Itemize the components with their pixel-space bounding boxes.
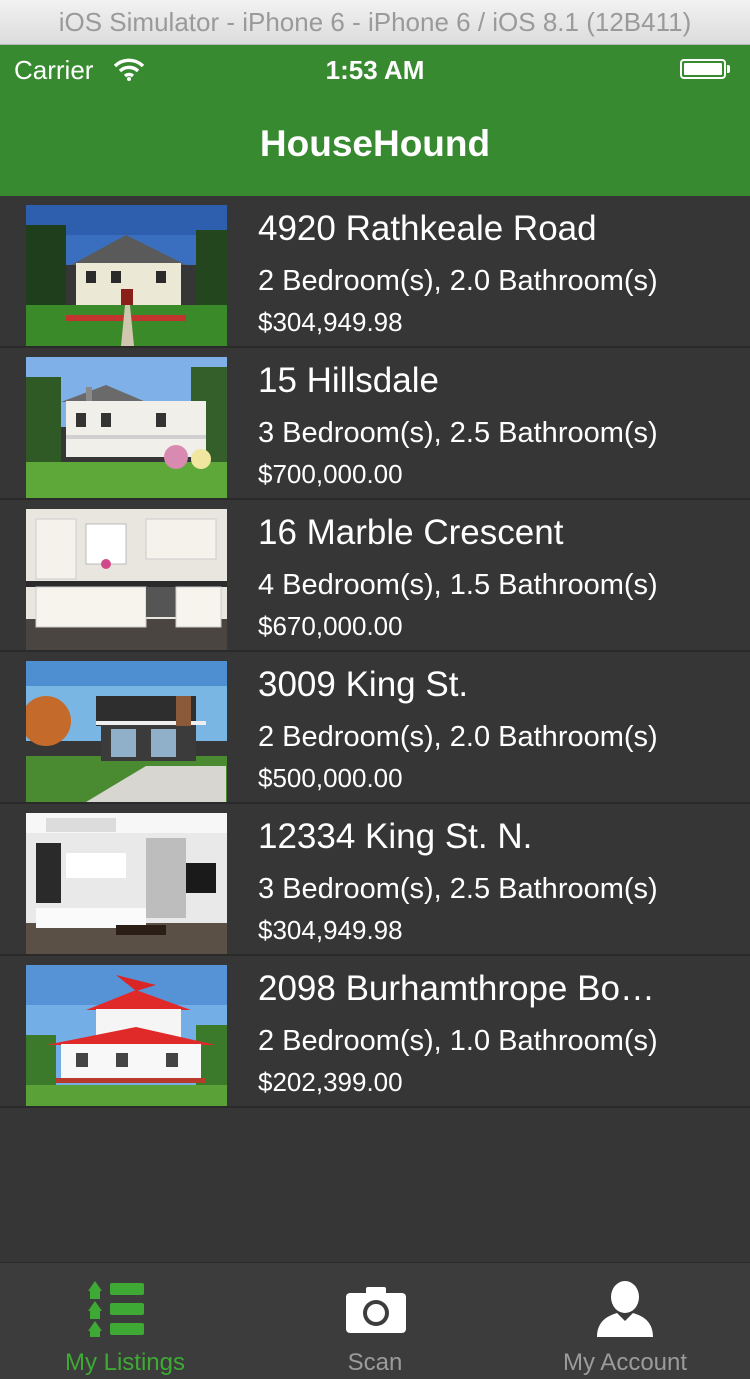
tab-scan[interactable]: Scan [250,1263,500,1379]
listings-table: 4920 Rathkeale Road 2 Bedroom(s), 2.0 Ba… [0,196,750,1108]
listing-rooms: 4 Bedroom(s), 1.5 Bathroom(s) [258,569,658,601]
tab-label: Scan [347,1349,403,1376]
listing-address: 4920 Rathkeale Road [258,209,597,248]
page-title: HouseHound [259,123,491,164]
farmhouse-photo [26,357,227,498]
listing-price: $670,000.00 [258,611,403,641]
listing-rooms: 2 Bedroom(s), 2.0 Bathroom(s) [258,721,658,753]
listing-price: $202,399.00 [258,1067,403,1097]
status-time: 1:53 AM [325,55,425,85]
tab-label: My Account [562,1349,688,1376]
listing-row[interactable]: 12334 King St. N. 3 Bedroom(s), 2.5 Bath… [0,804,750,956]
listing-rooms: 3 Bedroom(s), 2.5 Bathroom(s) [258,417,658,449]
listing-row[interactable]: 2098 Burhamthrope Bo… 2 Bedroom(s), 1.0 … [0,956,750,1108]
listing-row[interactable]: 15 Hillsdale 3 Bedroom(s), 2.5 Bathroom(… [0,348,750,500]
modern-house-photo [26,661,227,802]
camera-icon [346,1287,406,1333]
listing-address: 2098 Burhamthrope Bo… [258,969,655,1008]
tab-my-listings[interactable]: My Listings [0,1263,250,1379]
kitchen-photo [26,509,227,650]
listing-address: 3009 King St. [258,665,469,704]
tab-my-account[interactable]: My Account [500,1263,750,1379]
listing-row[interactable]: 3009 King St. 2 Bedroom(s), 2.0 Bathroom… [0,652,750,804]
listing-row[interactable]: 16 Marble Crescent 4 Bedroom(s), 1.5 Bat… [0,500,750,652]
status-bar: Carrier 1:53 AM [0,45,750,97]
listing-rooms: 3 Bedroom(s), 2.5 Bathroom(s) [258,873,658,905]
simulator-title-bar: iOS Simulator - iPhone 6 - iPhone 6 / iO… [0,0,750,45]
living-room-photo [26,813,227,954]
listing-price: $304,949.98 [258,915,403,945]
listing-price: $700,000.00 [258,459,403,489]
listing-address: 16 Marble Crescent [258,513,564,552]
tab-label: My Listings [64,1349,186,1376]
listing-row[interactable]: 4920 Rathkeale Road 2 Bedroom(s), 2.0 Ba… [0,196,750,348]
simulator-title: iOS Simulator - iPhone 6 - iPhone 6 / iO… [58,7,692,37]
tab-bar: My Listings Scan My Account [0,1262,750,1379]
house-photo [26,205,227,346]
list-icon [88,1281,144,1337]
listing-rooms: 2 Bedroom(s), 2.0 Bathroom(s) [258,265,658,297]
person-icon [597,1281,653,1337]
battery-icon [680,59,730,79]
listing-price: $304,949.98 [258,307,403,337]
red-roof-house-photo [26,965,227,1106]
listing-rooms: 2 Bedroom(s), 1.0 Bathroom(s) [258,1025,658,1057]
listing-address: 12334 King St. N. [258,817,533,856]
listing-address: 15 Hillsdale [258,361,439,400]
navigation-bar: HouseHound [0,97,750,196]
listing-price: $500,000.00 [258,763,403,793]
